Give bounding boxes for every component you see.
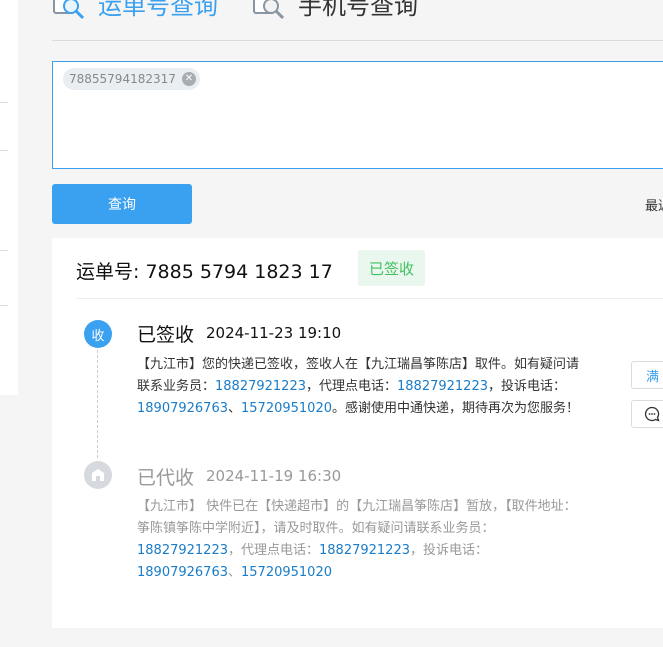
sidebar-divider: [0, 150, 8, 151]
event-detail: 【九江市】 快件已在【快递超市】的【九江瑞昌筝陈店】暂放，【取件地址：筝陈镇筝陈…: [137, 496, 587, 584]
event-text-segment: 。感谢使用中通快递，期待再次为您服务！: [331, 401, 579, 416]
event-status: 已签收: [137, 324, 195, 346]
phone-link[interactable]: 18907926763: [137, 401, 228, 416]
card-divider: [76, 298, 663, 299]
event-text-segment: ，投诉电话：: [409, 543, 488, 558]
phone-link[interactable]: 18827921223: [215, 379, 306, 394]
waybill-input[interactable]: 78855794182317 ✕: [52, 61, 663, 169]
event-time: 2024-11-23 19:10: [206, 324, 342, 342]
tab-label: 手机号查询: [298, 0, 418, 20]
event-text-segment: ，投诉电话：: [488, 379, 567, 394]
event-time: 2024-11-19 16:30: [206, 467, 342, 485]
chat-icon: [644, 406, 660, 422]
event-text-segment: ，代理点电话：: [306, 379, 398, 394]
tab-phone-query[interactable]: 手机号查询: [252, 0, 418, 21]
sidebar-divider: [0, 102, 8, 103]
event-detail: 【九江市】您的快递已签收，签收人在【九江瑞昌筝陈店】取件。如有疑问请联系业务员：…: [137, 354, 587, 420]
result-card: 运单号: 7885 5794 1823 17 已签收 收 已签收 2024-11…: [52, 238, 663, 628]
left-sidebar-strip: [0, 0, 18, 395]
status-badge: 已签收: [358, 250, 426, 286]
waybill-chip-label: 78855794182317: [69, 72, 176, 86]
event-text-segment: 、: [227, 401, 241, 416]
latest-label[interactable]: 最近: [645, 195, 663, 214]
magnifier-document-icon: [53, 0, 85, 19]
phone-link[interactable]: 18827921223: [137, 543, 228, 558]
event-status: 已代收: [137, 467, 195, 489]
satisfaction-button[interactable]: 满: [631, 361, 663, 389]
waybill-chip[interactable]: 78855794182317 ✕: [63, 68, 200, 90]
parcel-station-icon: [84, 461, 112, 489]
chat-button[interactable]: [631, 400, 663, 428]
magnifier-document-icon: [253, 0, 285, 19]
phone-link[interactable]: 15720951020: [241, 565, 332, 580]
signed-node-icon: 收: [84, 320, 112, 348]
event-text-segment: 【九江市】 快件已在【快递超市】的【九江瑞昌筝陈店】暂放，【取件地址：筝陈镇筝陈…: [137, 499, 577, 536]
sidebar-divider: [0, 305, 8, 306]
query-panel: 运单号查询 手机号查询 78855794182317 ✕ 查询 最近: [52, 0, 663, 236]
query-button[interactable]: 查询: [52, 184, 192, 224]
waybill-number: 运单号: 7885 5794 1823 17: [76, 261, 333, 283]
tab-divider: [52, 40, 663, 41]
tab-waybill-query[interactable]: 运单号查询: [52, 0, 218, 21]
sidebar-divider: [0, 250, 8, 251]
tab-label: 运单号查询: [98, 0, 218, 20]
phone-link[interactable]: 18827921223: [397, 379, 488, 394]
timeline-connector: [97, 350, 98, 458]
event-text-segment: 、: [227, 565, 241, 580]
phone-link[interactable]: 18907926763: [137, 565, 228, 580]
phone-link[interactable]: 15720951020: [241, 401, 332, 416]
phone-link[interactable]: 18827921223: [319, 543, 410, 558]
event-text-segment: ，代理点电话：: [227, 543, 319, 558]
remove-chip-icon[interactable]: ✕: [181, 72, 196, 86]
